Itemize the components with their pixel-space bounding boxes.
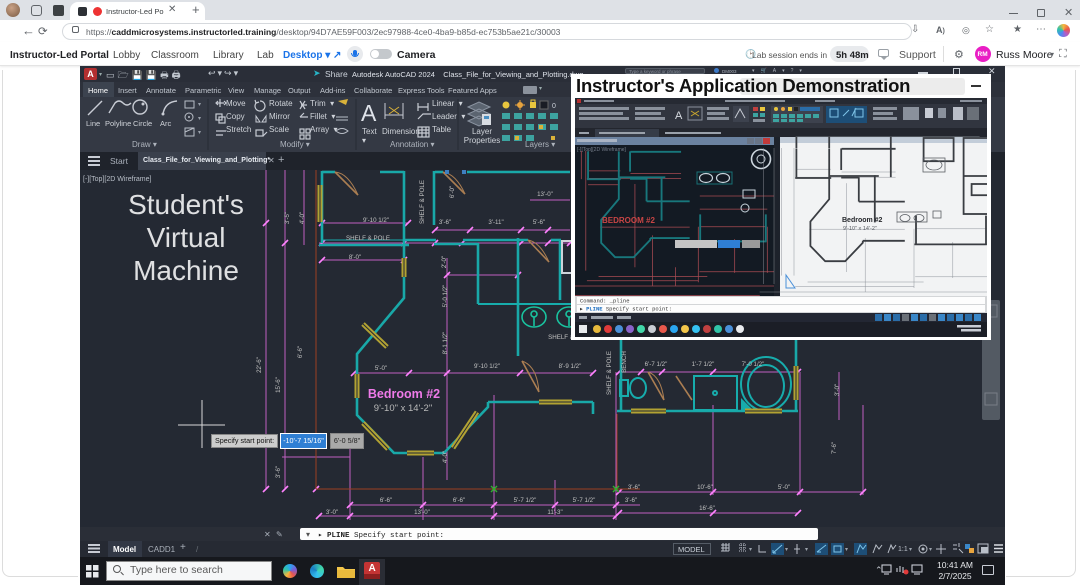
svg-text:16'-6": 16'-6"	[699, 505, 715, 512]
svg-text:6'-0": 6'-0"	[449, 186, 456, 198]
svg-text:BENCH: BENCH	[621, 351, 628, 373]
svg-text:▸ PLINE Specify start point:: ▸ PLINE Specify start point:	[580, 306, 672, 313]
svg-text:3'-6": 3'-6"	[628, 484, 640, 491]
svg-text:5'-0 1/2": 5'-0 1/2"	[442, 285, 449, 308]
svg-text:A: A	[675, 110, 683, 122]
svg-text:BEDROOM #2: BEDROOM #2	[602, 216, 655, 225]
svg-text:6'-6": 6'-6"	[297, 346, 304, 358]
svg-text:6'-6": 6'-6"	[380, 497, 392, 504]
svg-text:▾: ▾	[198, 116, 201, 122]
svg-text:Bedroom #2: Bedroom #2	[842, 217, 883, 224]
svg-text:▾: ▾	[909, 547, 912, 553]
svg-text:15'-6": 15'-6"	[275, 377, 282, 393]
svg-text:0: 0	[552, 103, 556, 110]
svg-text:▾: ▾	[785, 547, 788, 553]
svg-text:3'-6": 3'-6"	[275, 466, 282, 478]
svg-text:5'-0": 5'-0"	[375, 365, 387, 372]
svg-text:1:1: 1:1	[898, 546, 908, 553]
svg-text:3'-0": 3'-0"	[326, 509, 338, 516]
svg-text:4'-0": 4'-0"	[442, 451, 449, 463]
svg-text:▾: ▾	[749, 547, 752, 553]
svg-text:13'-0": 13'-0"	[537, 191, 553, 198]
svg-text:7'-0 1/2": 7'-0 1/2"	[742, 361, 765, 368]
svg-text:▾: ▾	[929, 547, 932, 553]
svg-text:9'-10" x 14'-2": 9'-10" x 14'-2"	[843, 226, 877, 232]
svg-text:10'-6": 10'-6"	[697, 484, 713, 491]
svg-text:2'-0": 2'-0"	[441, 256, 448, 268]
svg-text:SHELF & POLE: SHELF & POLE	[606, 351, 613, 395]
svg-text:Command: _pline: Command: _pline	[580, 298, 630, 305]
svg-text:22'-6": 22'-6"	[256, 357, 263, 373]
svg-text:6'-6": 6'-6"	[453, 497, 465, 504]
svg-text:3'-6": 3'-6"	[439, 219, 451, 226]
svg-text:1'-7 1/2": 1'-7 1/2"	[692, 361, 715, 368]
svg-text:▾: ▾	[198, 130, 201, 136]
svg-text:Bedroom #2: Bedroom #2	[368, 387, 440, 401]
svg-text:8'-1 1/2": 8'-1 1/2"	[442, 332, 449, 355]
svg-text:11'-3": 11'-3"	[547, 509, 562, 516]
svg-text:3'-6": 3'-6"	[625, 497, 637, 504]
svg-text:3'-11": 3'-11"	[488, 219, 503, 226]
svg-text:5'-0": 5'-0"	[778, 484, 790, 491]
svg-text:5'-7 1/2": 5'-7 1/2"	[573, 497, 596, 504]
svg-text:[-][Top][2D Wireframe]: [-][Top][2D Wireframe]	[83, 176, 152, 183]
svg-text:6'-7 1/2": 6'-7 1/2"	[645, 361, 668, 368]
svg-text:9'-10 1/2": 9'-10 1/2"	[474, 363, 500, 370]
svg-text:7'-6": 7'-6"	[831, 442, 838, 454]
svg-text:A: A	[361, 100, 377, 126]
svg-text:▾: ▾	[845, 547, 848, 553]
svg-text:9'-10" x 14'-2": 9'-10" x 14'-2"	[374, 403, 432, 414]
svg-text:▾: ▾	[805, 547, 808, 553]
svg-text:SHELF & POLE: SHELF & POLE	[419, 180, 426, 224]
svg-text:3'-5": 3'-5"	[284, 212, 291, 224]
svg-text:3'-0": 3'-0"	[834, 384, 841, 396]
svg-text:8'-0": 8'-0"	[349, 254, 361, 261]
svg-text:5'-7 1/2": 5'-7 1/2"	[514, 497, 537, 504]
svg-text:SHELF & POLE: SHELF & POLE	[346, 235, 390, 242]
svg-text:4'-0": 4'-0"	[299, 212, 306, 224]
svg-text:9'-10 1/2": 9'-10 1/2"	[363, 217, 389, 224]
svg-text:8'-9 1/2": 8'-9 1/2"	[559, 363, 582, 370]
svg-text:▾: ▾	[198, 102, 201, 108]
svg-text:13'-0": 13'-0"	[414, 509, 430, 516]
svg-text:5'-6": 5'-6"	[533, 219, 545, 226]
